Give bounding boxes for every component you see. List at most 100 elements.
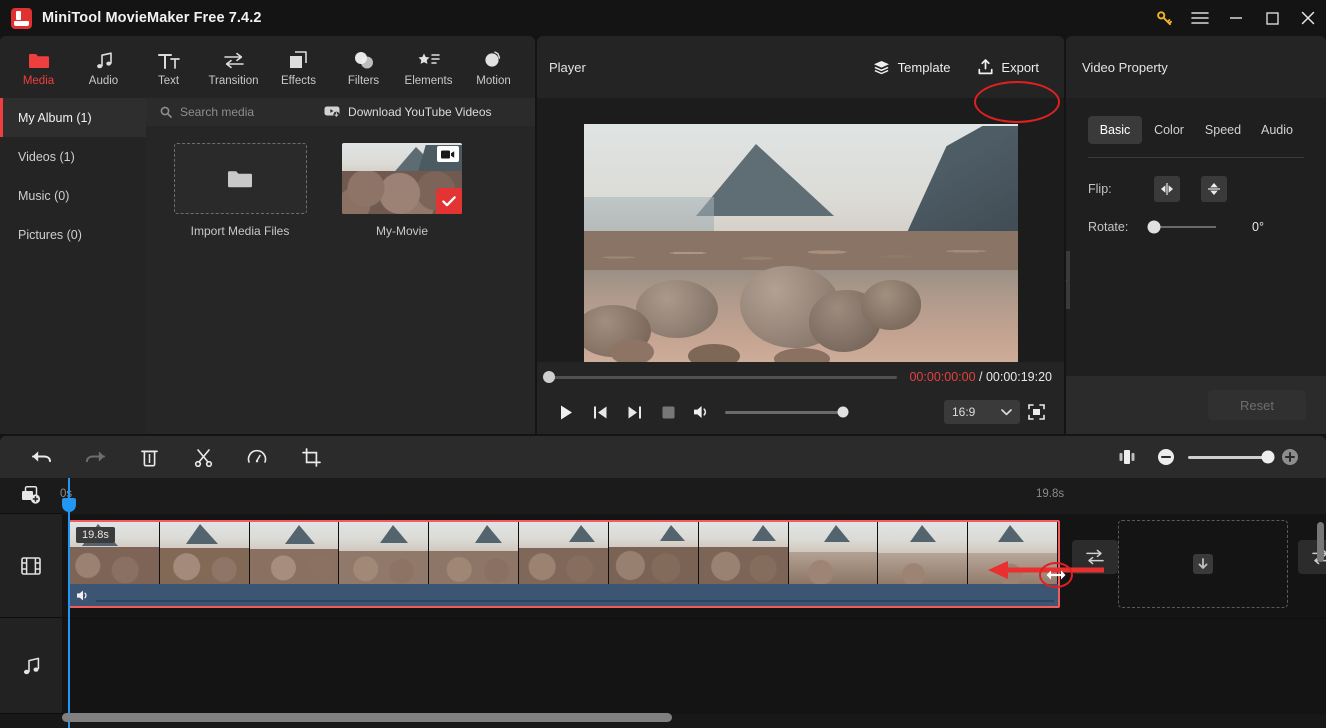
crop-icon <box>301 447 321 467</box>
tool-media[interactable]: Media <box>6 36 71 98</box>
previous-frame-button[interactable] <box>583 395 617 429</box>
clip-audio-strip[interactable] <box>70 584 1058 606</box>
add-track-button[interactable] <box>0 478 62 514</box>
tool-elements[interactable]: Elements <box>396 36 461 98</box>
timeline-vertical-scrollbar[interactable] <box>1317 522 1324 562</box>
timeline-zoom-controls <box>1110 436 1312 478</box>
timeline-horizontal-scrollbar[interactable] <box>62 713 672 722</box>
media-grid: Import Media Files My-Movie <box>146 126 535 238</box>
album-item-pictures[interactable]: Pictures (0) <box>0 215 146 254</box>
seek-knob[interactable] <box>543 371 555 383</box>
album-item-music[interactable]: Music (0) <box>0 176 146 215</box>
template-label: Template <box>897 59 951 75</box>
volume-icon[interactable] <box>685 395 719 429</box>
video-track[interactable]: 19.8s <box>62 514 1326 618</box>
flip-vertical-button[interactable] <box>1201 176 1227 202</box>
fullscreen-button[interactable] <box>1020 396 1052 428</box>
layers-square-icon <box>288 48 309 70</box>
play-button[interactable] <box>549 395 583 429</box>
clip-frame <box>249 522 340 584</box>
tool-text[interactable]: Text <box>136 36 201 98</box>
menu-icon[interactable] <box>1182 0 1218 36</box>
timeline-clip[interactable]: 19.8s <box>68 520 1060 608</box>
tab-audio[interactable]: Audio <box>1250 116 1304 144</box>
property-tabs: Basic Color Speed Audio <box>1088 116 1308 144</box>
minus-circle-icon <box>1158 449 1174 465</box>
volume-knob[interactable] <box>837 406 849 418</box>
reset-button[interactable]: Reset <box>1208 390 1306 420</box>
template-button[interactable]: Template <box>862 53 962 82</box>
media-drop-zone[interactable] <box>1118 520 1288 608</box>
library-body: My Album (1) Videos (1) Music (0) Pictur… <box>0 98 535 434</box>
maximize-icon[interactable] <box>1254 0 1290 36</box>
export-button[interactable]: Export <box>967 52 1050 82</box>
aspect-ratio-select[interactable]: 16:9 <box>944 400 1020 424</box>
audio-track[interactable] <box>62 618 1326 714</box>
clip-frame <box>968 522 1058 584</box>
transition-add-button[interactable] <box>1072 540 1118 574</box>
video-track-header[interactable] <box>0 514 62 618</box>
album-item-label: My Album (1) <box>18 110 92 125</box>
tab-basic-label: Basic <box>1099 123 1131 137</box>
zoom-out-button[interactable] <box>1154 436 1178 478</box>
flip-horizontal-button[interactable] <box>1154 176 1180 202</box>
next-frame-button[interactable] <box>617 395 651 429</box>
timeline-zoom-knob[interactable] <box>1261 450 1275 464</box>
import-media-files-button[interactable] <box>173 143 307 214</box>
key-icon[interactable] <box>1146 0 1182 36</box>
rotate-knob[interactable] <box>1147 220 1161 234</box>
timeline-body: 0s 19.8s 19.8s <box>0 478 1326 728</box>
flip-label: Flip: <box>1088 182 1112 196</box>
stop-button[interactable] <box>651 395 685 429</box>
clip-frame <box>429 522 520 584</box>
close-icon[interactable] <box>1290 0 1326 36</box>
rotate-slider[interactable] <box>1147 220 1216 234</box>
tool-audio[interactable]: Audio <box>71 36 136 98</box>
aspect-ratio-value: 16:9 <box>952 405 976 419</box>
clip-duration-badge: 19.8s <box>76 527 115 543</box>
clip-frame <box>608 522 699 584</box>
time-separator: / <box>975 370 986 384</box>
tool-filters[interactable]: Filters <box>331 36 396 98</box>
panel-collapse-toggle[interactable] <box>1066 251 1070 309</box>
tool-effects[interactable]: Effects <box>266 36 331 98</box>
fit-timeline-button[interactable] <box>1110 436 1144 478</box>
tab-basic[interactable]: Basic <box>1088 116 1142 144</box>
tab-color[interactable]: Color <box>1142 116 1196 144</box>
speed-button[interactable] <box>230 436 284 478</box>
media-list: Search media Download YouTube Videos Imp… <box>146 98 535 434</box>
search-input[interactable]: Search media <box>160 105 254 119</box>
minimize-icon[interactable] <box>1218 0 1254 36</box>
tool-elements-label: Elements <box>404 74 453 87</box>
player-stage <box>537 98 1064 394</box>
volume-slider[interactable] <box>725 406 849 418</box>
media-selected-checkbox[interactable] <box>436 188 462 214</box>
video-preview[interactable] <box>583 124 1018 368</box>
timeline-panel: 0s 19.8s 19.8s <box>0 436 1326 728</box>
album-item-videos[interactable]: Videos (1) <box>0 137 146 176</box>
tool-transition[interactable]: Transition <box>201 36 266 98</box>
tool-motion[interactable]: Motion <box>461 36 526 98</box>
crop-button[interactable] <box>284 436 338 478</box>
media-thumbnail-my-movie[interactable] <box>342 143 462 214</box>
tool-filters-label: Filters <box>347 74 380 87</box>
film-icon <box>21 556 41 575</box>
timeline-ruler[interactable]: 0s 19.8s <box>0 478 1326 514</box>
undo-button[interactable] <box>14 436 68 478</box>
tab-speed-label: Speed <box>1204 123 1242 137</box>
tool-text-label: Text <box>157 74 180 87</box>
audio-track-header[interactable] <box>0 618 62 714</box>
split-button[interactable] <box>176 436 230 478</box>
preview-art <box>583 124 1018 368</box>
timeline-zoom-slider[interactable] <box>1188 450 1275 464</box>
download-youtube-button[interactable]: Download YouTube Videos <box>324 105 492 119</box>
album-item-label: Videos (1) <box>18 149 75 164</box>
zoom-in-button[interactable] <box>1278 436 1302 478</box>
seek-slider[interactable] <box>543 371 898 383</box>
timeline-playhead[interactable] <box>62 478 76 728</box>
tab-speed[interactable]: Speed <box>1196 116 1250 144</box>
album-item-my-album[interactable]: My Album (1) <box>0 98 146 137</box>
export-label: Export <box>1001 59 1039 75</box>
player-title: Player <box>549 59 586 75</box>
delete-button[interactable] <box>122 436 176 478</box>
